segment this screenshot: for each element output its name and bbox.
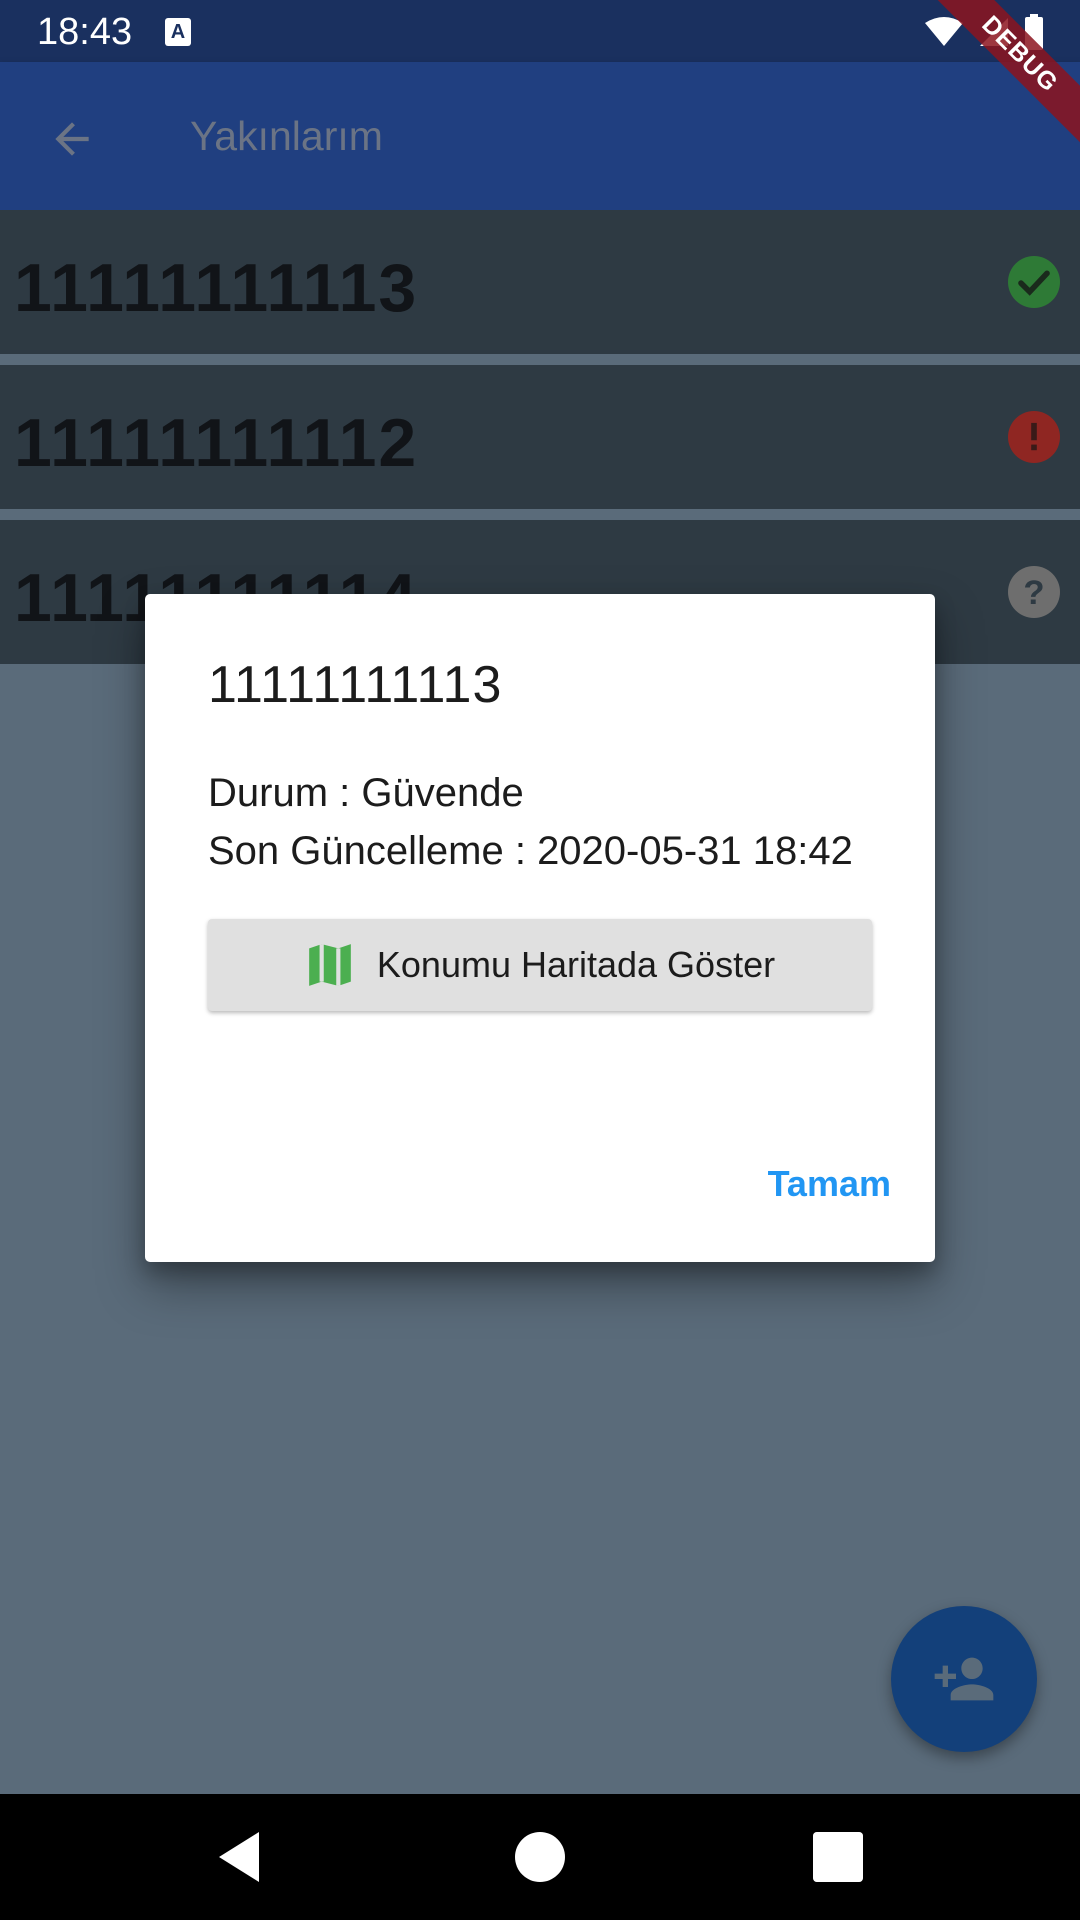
contact-number: 11111111112 xyxy=(14,405,419,481)
battery-icon xyxy=(1025,14,1043,50)
check-circle-icon xyxy=(1008,256,1060,308)
app-bar: Yakınlarım xyxy=(0,62,1080,210)
error-icon xyxy=(1008,411,1060,463)
ok-button[interactable]: Tamam xyxy=(766,1149,893,1219)
show-on-map-label: Konumu Haritada Göster xyxy=(376,944,776,985)
svg-text:?: ? xyxy=(1023,574,1044,612)
arrow-back-icon[interactable] xyxy=(47,114,97,164)
wifi-icon xyxy=(925,17,963,46)
signal-icon xyxy=(980,18,1008,46)
status-text: Durum : Güvende xyxy=(208,771,524,815)
contact-list-item[interactable]: 11111111112 xyxy=(0,365,1080,509)
status-bar: 18:43 A xyxy=(0,0,1080,62)
person-add-icon xyxy=(934,1657,994,1701)
last-update-text: Son Güncelleme : 2020-05-31 18:42 xyxy=(208,829,853,873)
nav-recents-icon[interactable] xyxy=(808,1827,868,1887)
dialog-title: 11111111113 xyxy=(208,656,503,714)
add-person-button[interactable] xyxy=(891,1606,1037,1752)
notification-a-icon: A xyxy=(165,18,191,46)
page-title: Yakınlarım xyxy=(190,113,383,159)
contact-list-item[interactable]: 11111111113 xyxy=(0,210,1080,354)
nav-home-icon[interactable] xyxy=(510,1827,570,1887)
map-icon xyxy=(309,944,351,986)
show-on-map-button[interactable]: Konumu Haritada Göster xyxy=(208,919,872,1011)
contact-status-dialog: 11111111113 Durum : Güvende Son Güncelle… xyxy=(145,594,935,1262)
help-icon: ? xyxy=(1008,566,1060,618)
status-time: 18:43 xyxy=(37,11,133,53)
contact-number: 11111111113 xyxy=(14,250,419,326)
status-indicators xyxy=(924,12,1044,52)
nav-back-icon[interactable] xyxy=(209,1827,269,1887)
system-nav-bar xyxy=(0,1794,1080,1920)
